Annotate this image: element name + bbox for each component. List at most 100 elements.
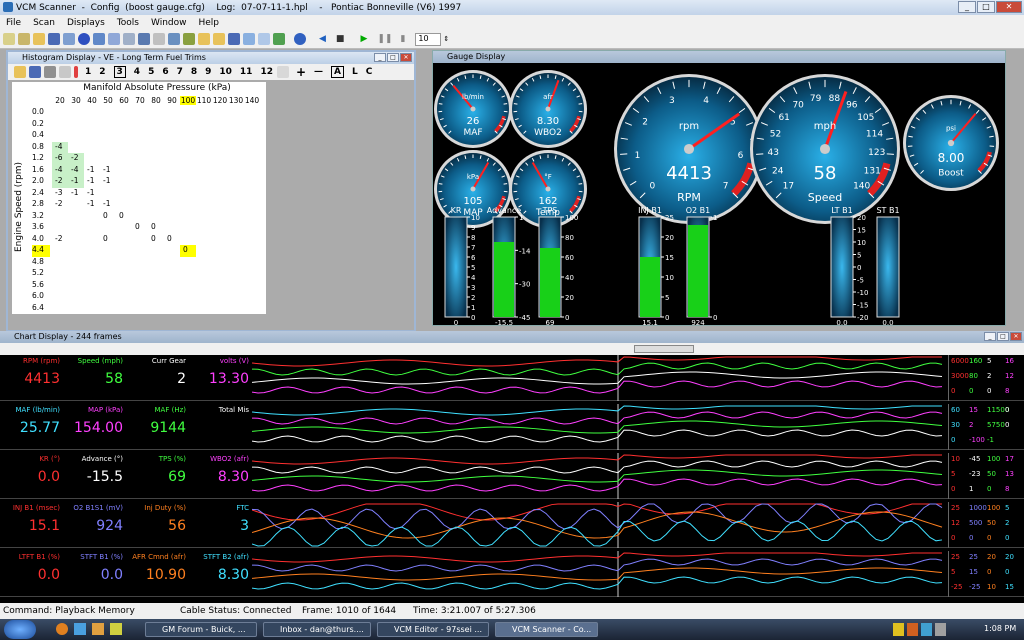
count-button[interactable]: C bbox=[366, 67, 373, 77]
chart-minimize-button[interactable]: _ bbox=[984, 332, 996, 341]
clock-icon[interactable] bbox=[153, 33, 165, 45]
zoom-out-button[interactable]: — bbox=[314, 67, 323, 77]
volume-icon[interactable] bbox=[935, 623, 946, 636]
frame-step-field[interactable]: 10 bbox=[415, 32, 442, 46]
chart-close-button[interactable]: ✕ bbox=[1010, 332, 1022, 341]
open-log-icon[interactable] bbox=[213, 33, 225, 45]
bar-gauge-st-b1: ST B1 0.0 bbox=[876, 206, 899, 325]
chart-scale-label: 0 bbox=[987, 485, 992, 493]
chart-icon[interactable] bbox=[138, 33, 150, 45]
bar-tick-label: 1 bbox=[713, 214, 717, 222]
histo-tab-6[interactable]: 6 bbox=[162, 67, 168, 77]
connect-icon[interactable] bbox=[273, 33, 285, 45]
menu-window[interactable]: Window bbox=[145, 18, 193, 28]
pencil-icon[interactable] bbox=[3, 33, 15, 45]
start-button[interactable] bbox=[4, 620, 36, 639]
channel-label: INJ B1 (msec) bbox=[12, 504, 60, 512]
minimize-button[interactable]: _ bbox=[958, 1, 976, 13]
stop-icon[interactable]: ■ bbox=[336, 34, 345, 44]
menu-displays[interactable]: Displays bbox=[61, 18, 111, 28]
task-gm-forum[interactable]: GM Forum - Buick, ... bbox=[145, 622, 257, 637]
list-icon[interactable] bbox=[123, 33, 135, 45]
histo-tab-10[interactable]: 10 bbox=[219, 67, 232, 77]
task-vcm-scanner[interactable]: VCM Scanner - Co... bbox=[495, 622, 598, 637]
copy-icon[interactable] bbox=[59, 66, 71, 78]
maximize-button[interactable]: □ bbox=[977, 1, 995, 13]
chart-trace bbox=[252, 520, 943, 547]
menu-help[interactable]: Help bbox=[193, 18, 226, 28]
histo-tab-2[interactable]: 2 bbox=[99, 67, 105, 77]
folder-open-icon[interactable] bbox=[33, 33, 45, 45]
zoom-in-button[interactable]: + bbox=[296, 65, 306, 79]
grid-settings-icon[interactable] bbox=[183, 33, 195, 45]
histo-tab-12[interactable]: 12 bbox=[260, 67, 273, 77]
print-icon[interactable] bbox=[258, 33, 270, 45]
network-icon[interactable] bbox=[921, 623, 932, 636]
histo-tab-9[interactable]: 9 bbox=[205, 67, 211, 77]
bar-bottom-value: 15.1 bbox=[642, 319, 658, 325]
menu-file[interactable]: File bbox=[0, 18, 27, 28]
firefox-icon[interactable] bbox=[56, 623, 68, 635]
play-icon[interactable]: ▶ bbox=[360, 34, 367, 44]
histogram-cell: -1 bbox=[100, 164, 116, 176]
gauge-tick-label: 0 bbox=[649, 182, 655, 192]
histo-tab-11[interactable]: 11 bbox=[240, 67, 253, 77]
save-icon[interactable] bbox=[29, 66, 41, 78]
histogram-toolbar: 1 2 3 4 5 6 7 8 9 10 11 12 + — A L C bbox=[8, 64, 414, 80]
task-inbox[interactable]: Inbox - dan@thurs.... bbox=[263, 622, 371, 637]
tray-icon[interactable] bbox=[893, 623, 904, 636]
export-icon[interactable] bbox=[243, 33, 255, 45]
edit-icon[interactable] bbox=[18, 33, 30, 45]
chart-scale-label: -23 bbox=[969, 470, 981, 478]
task-vcm-editor[interactable]: VCM Editor - 97ssei ... bbox=[377, 622, 489, 637]
table-icon[interactable] bbox=[93, 33, 105, 45]
gauge-unit: °F bbox=[544, 173, 552, 181]
histo-tab-5[interactable]: 5 bbox=[148, 67, 154, 77]
histo-tab-1[interactable]: 1 bbox=[85, 67, 91, 77]
chart-splitter-handle[interactable] bbox=[634, 345, 694, 353]
histogram-close-button[interactable]: ✕ bbox=[400, 53, 412, 62]
folder-icon[interactable] bbox=[92, 623, 104, 635]
save-icon[interactable] bbox=[48, 33, 60, 45]
chart-scale-label: 25 bbox=[951, 553, 960, 561]
step-icon[interactable]: ▮ bbox=[400, 34, 405, 44]
histo-tab-8[interactable]: 8 bbox=[191, 67, 197, 77]
spinner-icon[interactable]: ⇕ bbox=[443, 35, 449, 43]
histogram-minimize-button[interactable]: _ bbox=[374, 53, 386, 62]
bar-tick-label: -30 bbox=[519, 281, 530, 289]
pause-icon[interactable]: ❚❚ bbox=[377, 34, 392, 44]
row-header: 2.0 bbox=[32, 176, 50, 188]
bar-tick-label: 80 bbox=[565, 234, 574, 242]
menu-scan[interactable]: Scan bbox=[27, 18, 61, 28]
chart-maximize-button[interactable]: □ bbox=[997, 332, 1009, 341]
table-view-icon[interactable] bbox=[276, 66, 289, 78]
close-button[interactable]: ✕ bbox=[996, 1, 1022, 13]
app-quicklaunch-icon[interactable] bbox=[110, 623, 122, 635]
save-log-icon[interactable] bbox=[228, 33, 240, 45]
row-header: 4.4 bbox=[32, 245, 50, 257]
histo-tab-3[interactable]: 3 bbox=[113, 66, 126, 78]
histo-tab-7[interactable]: 7 bbox=[177, 67, 183, 77]
histo-tab-4[interactable]: 4 bbox=[134, 67, 140, 77]
menu-tools[interactable]: Tools bbox=[111, 18, 145, 28]
play-back-icon[interactable]: ◀ bbox=[319, 34, 326, 44]
chart-trace bbox=[252, 552, 942, 563]
folder-icon[interactable] bbox=[198, 33, 210, 45]
grid-icon[interactable] bbox=[63, 33, 75, 45]
info-icon[interactable] bbox=[294, 33, 306, 45]
monitor-icon[interactable] bbox=[168, 33, 180, 45]
open-icon[interactable] bbox=[14, 66, 26, 78]
bar-frame bbox=[444, 216, 468, 318]
ie-icon[interactable] bbox=[74, 623, 86, 635]
chart-scale-label: 5 bbox=[951, 470, 956, 478]
tray-icon[interactable] bbox=[907, 623, 918, 636]
gauge-hub bbox=[545, 106, 551, 112]
last-button[interactable]: L bbox=[352, 67, 358, 77]
chart-toolbar bbox=[0, 343, 1024, 355]
average-button[interactable]: A bbox=[331, 66, 345, 78]
globe-icon[interactable] bbox=[78, 33, 90, 45]
print-icon[interactable] bbox=[44, 66, 56, 78]
histogram-maximize-button[interactable]: □ bbox=[387, 53, 399, 62]
chart-row: INJ B1 (msec) 15.1 O2 B1S1 (mV) 924 Inj Duty… bbox=[0, 502, 1024, 548]
window-icon[interactable] bbox=[108, 33, 120, 45]
